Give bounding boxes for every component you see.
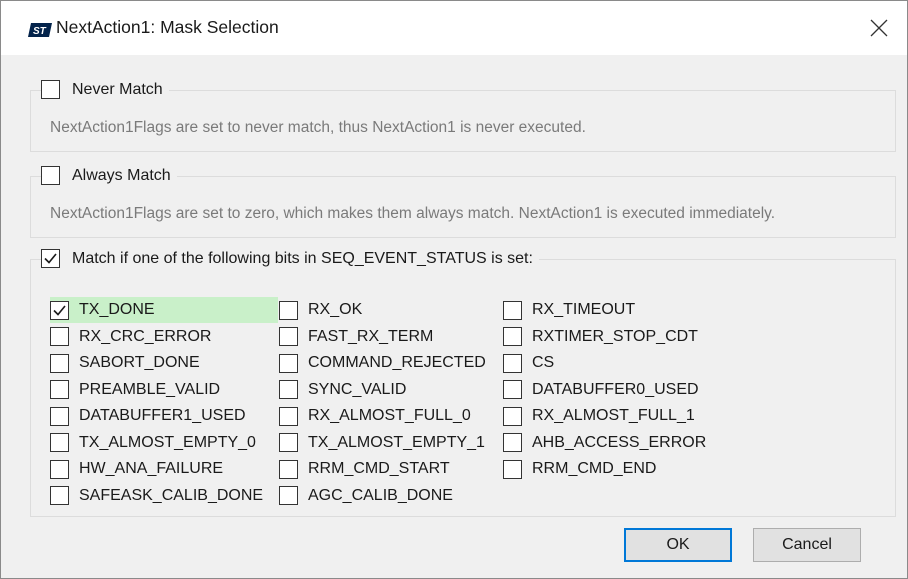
close-icon — [870, 19, 888, 37]
bit-label: RX_CRC_ERROR — [79, 327, 212, 345]
bit-item-rxtimer-stop-cdt[interactable]: RXTIMER_STOP_CDT — [503, 324, 698, 350]
always-match-description: NextAction1Flags are set to zero, which … — [50, 205, 776, 222]
dialog-title: NextAction1: Mask Selection — [56, 17, 279, 37]
match-bits-group: Match if one of the following bits in SE… — [30, 249, 896, 517]
close-button[interactable] — [851, 1, 907, 55]
bit-checkbox[interactable] — [50, 327, 69, 346]
bit-item-tx-almost-empty-1[interactable]: TX_ALMOST_EMPTY_1 — [279, 430, 485, 456]
bit-checkbox[interactable] — [503, 327, 522, 346]
bit-checkbox[interactable] — [503, 353, 522, 373]
bit-item-rrm-cmd-end[interactable]: RRM_CMD_END — [503, 456, 656, 482]
bit-checkbox[interactable] — [50, 406, 69, 426]
bit-item-sabort-done[interactable]: SABORT_DONE — [50, 350, 200, 376]
always-match-group: Always Match NextAction1Flags are set to… — [30, 166, 896, 238]
bit-label: TX_ALMOST_EMPTY_0 — [79, 433, 256, 451]
bit-item-rx-almost-full-1[interactable]: RX_ALMOST_FULL_1 — [503, 403, 695, 429]
bit-item-command-rejected[interactable]: COMMAND_REJECTED — [279, 350, 486, 376]
never-match-checkbox[interactable] — [41, 80, 60, 99]
bit-label: RRM_CMD_START — [308, 460, 450, 477]
cancel-button[interactable]: Cancel — [753, 528, 861, 562]
mask-selection-dialog: ST NextAction1: Mask Selection Never Mat… — [0, 0, 908, 579]
bit-checkbox[interactable] — [50, 353, 69, 373]
bit-label: DATABUFFER0_USED — [532, 380, 699, 398]
bit-checkbox[interactable] — [50, 459, 69, 479]
bit-checkbox[interactable] — [279, 353, 298, 373]
bit-checkbox[interactable] — [503, 406, 522, 426]
bit-item-preamble-valid[interactable]: PREAMBLE_VALID — [50, 377, 220, 403]
bit-label: AGC_CALIB_DONE — [308, 486, 453, 504]
always-match-checkbox[interactable] — [41, 166, 60, 185]
bit-item-rx-crc-error[interactable]: RX_CRC_ERROR — [50, 324, 211, 350]
bit-label: AHB_ACCESS_ERROR — [532, 433, 707, 451]
checkmark-icon — [53, 304, 66, 316]
bit-item-rx-timeout[interactable]: RX_TIMEOUT — [503, 297, 635, 323]
bit-label: RX_TIMEOUT — [532, 301, 636, 318]
ok-button[interactable]: OK — [624, 528, 732, 562]
bit-item-hw-ana-failure[interactable]: HW_ANA_FAILURE — [50, 456, 223, 482]
bit-label: COMMAND_REJECTED — [308, 354, 486, 371]
bit-checkbox[interactable] — [279, 406, 298, 426]
bit-label: SYNC_VALID — [308, 380, 407, 398]
bit-label: PREAMBLE_VALID — [79, 380, 221, 398]
bit-checkbox[interactable] — [50, 300, 69, 320]
bit-label: FAST_RX_TERM — [308, 327, 434, 345]
bit-checkbox[interactable] — [279, 433, 298, 452]
bit-label: RX_OK — [308, 301, 363, 318]
bit-item-rx-almost-full-0[interactable]: RX_ALMOST_FULL_0 — [279, 403, 471, 429]
bit-item-safeask-calib-done[interactable]: SAFEASK_CALIB_DONE — [50, 483, 263, 509]
bit-checkbox[interactable] — [50, 380, 69, 399]
bit-item-tx-done[interactable]: TX_DONE — [50, 297, 278, 323]
bit-label: HW_ANA_FAILURE — [79, 460, 224, 477]
never-match-description: NextAction1Flags are set to never match,… — [50, 119, 586, 136]
bit-item-ahb-access-error[interactable]: AHB_ACCESS_ERROR — [503, 430, 706, 456]
match-bits-checkbox[interactable] — [41, 249, 60, 268]
bit-item-sync-valid[interactable]: SYNC_VALID — [279, 377, 406, 403]
bit-label: CS — [532, 354, 555, 371]
bit-item-fast-rx-term[interactable]: FAST_RX_TERM — [279, 324, 433, 350]
bit-checkbox[interactable] — [50, 433, 69, 452]
title-bar: ST NextAction1: Mask Selection — [1, 1, 907, 55]
bit-label: RRM_CMD_END — [532, 460, 657, 477]
bit-item-cs[interactable]: CS — [503, 350, 554, 376]
bit-item-agc-calib-done[interactable]: AGC_CALIB_DONE — [279, 483, 453, 509]
svg-text:ST: ST — [33, 26, 47, 37]
st-logo-icon: ST — [28, 23, 52, 37]
never-match-group: Never Match NextAction1Flags are set to … — [30, 80, 896, 152]
bit-checkbox[interactable] — [50, 486, 69, 505]
bit-item-tx-almost-empty-0[interactable]: TX_ALMOST_EMPTY_0 — [50, 430, 256, 456]
bit-label: TX_DONE — [79, 301, 155, 318]
bit-checkbox[interactable] — [279, 380, 298, 399]
always-match-header: Always Match — [41, 166, 177, 185]
bit-label: RXTIMER_STOP_CDT — [532, 327, 698, 345]
bit-checkbox[interactable] — [279, 486, 298, 505]
bit-item-rrm-cmd-start[interactable]: RRM_CMD_START — [279, 456, 450, 482]
bit-label: SAFEASK_CALIB_DONE — [79, 486, 264, 504]
bit-label: TX_ALMOST_EMPTY_1 — [308, 433, 485, 451]
bit-label: RX_ALMOST_FULL_0 — [308, 407, 471, 424]
checkmark-icon — [44, 253, 57, 264]
bit-label: RX_ALMOST_FULL_1 — [532, 407, 695, 424]
bit-checkbox[interactable] — [503, 459, 522, 479]
bit-checkbox[interactable] — [279, 300, 298, 320]
bit-checkbox[interactable] — [503, 300, 522, 320]
bit-item-rx-ok[interactable]: RX_OK — [279, 297, 362, 323]
bit-label: SABORT_DONE — [79, 354, 200, 371]
match-bits-header: Match if one of the following bits in SE… — [41, 249, 539, 268]
match-bits-label: Match if one of the following bits in SE… — [72, 249, 533, 267]
bit-item-databuffer1-used[interactable]: DATABUFFER1_USED — [50, 403, 246, 429]
bit-checkbox[interactable] — [279, 327, 298, 346]
bit-item-databuffer0-used[interactable]: DATABUFFER0_USED — [503, 377, 699, 403]
bit-checkbox[interactable] — [503, 380, 522, 399]
never-match-header: Never Match — [41, 80, 169, 99]
never-match-label: Never Match — [72, 80, 163, 98]
bit-checkbox[interactable] — [279, 459, 298, 479]
always-match-label: Always Match — [72, 166, 171, 184]
bit-checkbox[interactable] — [503, 433, 522, 452]
bit-label: DATABUFFER1_USED — [79, 407, 246, 424]
